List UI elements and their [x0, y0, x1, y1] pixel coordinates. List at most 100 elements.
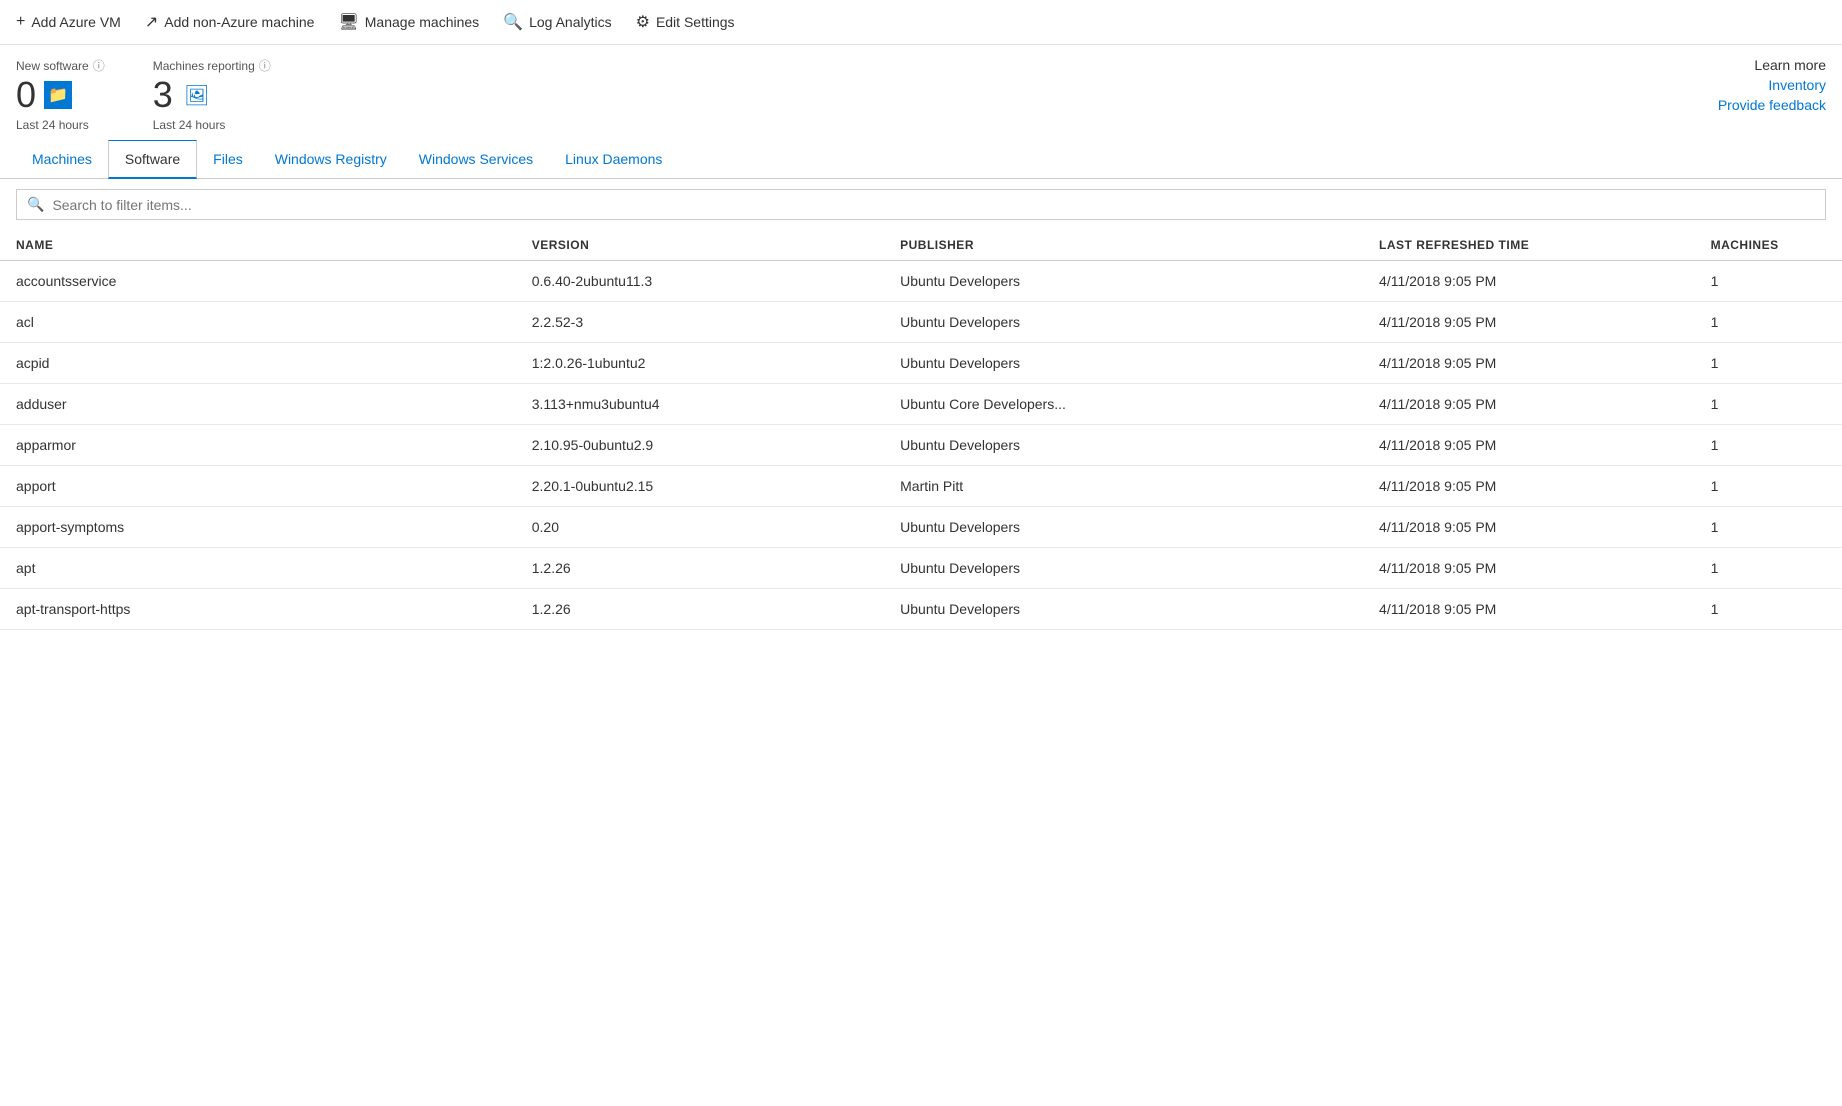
manage-icon: 🖥: [338, 12, 358, 32]
add-azure-vm-label: Add Azure VM: [31, 14, 121, 30]
tab-windows-registry[interactable]: Windows Registry: [259, 141, 403, 179]
cell-publisher: Ubuntu Developers: [884, 343, 1363, 384]
cell-version: 1.2.26: [516, 548, 884, 589]
machines-reporting-info-icon[interactable]: ⓘ: [259, 57, 271, 74]
external-link-icon: ↗: [145, 12, 158, 32]
cell-version: 3.113+nmu3ubuntu4: [516, 384, 884, 425]
cell-publisher: Martin Pitt: [884, 466, 1363, 507]
table-row[interactable]: acpid 1:2.0.26-1ubuntu2 Ubuntu Developer…: [0, 343, 1842, 384]
log-analytics-button[interactable]: 🔍 Log Analytics: [503, 8, 611, 36]
cell-version: 1.2.26: [516, 589, 884, 630]
add-icon: +: [16, 13, 25, 31]
cell-last-refreshed: 4/11/2018 9:05 PM: [1363, 302, 1695, 343]
inventory-link[interactable]: Inventory: [1718, 77, 1826, 93]
cell-last-refreshed: 4/11/2018 9:05 PM: [1363, 589, 1695, 630]
add-azure-vm-button[interactable]: + Add Azure VM: [16, 9, 121, 35]
tab-machines[interactable]: Machines: [16, 141, 108, 179]
new-software-info-icon[interactable]: ⓘ: [93, 57, 105, 74]
cell-name: apparmor: [0, 425, 516, 466]
stats-row: New software ⓘ 0 📁 Last 24 hours Machine…: [0, 45, 1842, 140]
col-header-machines: MACHINES: [1695, 230, 1842, 261]
toolbar: + Add Azure VM ↗ Add non-Azure machine 🖥…: [0, 0, 1842, 45]
cell-version: 2.2.52-3: [516, 302, 884, 343]
cell-machines: 1: [1695, 261, 1842, 302]
cell-publisher: Ubuntu Developers: [884, 589, 1363, 630]
search-icon: 🔍: [27, 196, 44, 213]
table-row[interactable]: apparmor 2.10.95-0ubuntu2.9 Ubuntu Devel…: [0, 425, 1842, 466]
cell-machines: 1: [1695, 425, 1842, 466]
cell-name: acpid: [0, 343, 516, 384]
new-software-stat: New software ⓘ 0 📁 Last 24 hours: [16, 57, 105, 132]
cell-machines: 1: [1695, 548, 1842, 589]
cell-name: apt-transport-https: [0, 589, 516, 630]
machines-reporting-value: 3: [153, 74, 173, 116]
table-row[interactable]: apport 2.20.1-0ubuntu2.15 Martin Pitt 4/…: [0, 466, 1842, 507]
manage-machines-label: Manage machines: [365, 14, 479, 30]
cell-last-refreshed: 4/11/2018 9:05 PM: [1363, 261, 1695, 302]
search-input[interactable]: [52, 197, 1815, 213]
cell-version: 2.10.95-0ubuntu2.9: [516, 425, 884, 466]
cell-machines: 1: [1695, 302, 1842, 343]
table-row[interactable]: adduser 3.113+nmu3ubuntu4 Ubuntu Core De…: [0, 384, 1842, 425]
learn-more-text: Learn more: [1718, 57, 1826, 73]
tab-linux-daemons[interactable]: Linux Daemons: [549, 141, 678, 179]
manage-machines-button[interactable]: 🖥 Manage machines: [338, 8, 479, 36]
software-table: NAME VERSION PUBLISHER LAST REFRESHED TI…: [0, 230, 1842, 630]
cell-name: accountsservice: [0, 261, 516, 302]
cell-name: adduser: [0, 384, 516, 425]
new-software-value: 0: [16, 74, 36, 116]
cell-last-refreshed: 4/11/2018 9:05 PM: [1363, 425, 1695, 466]
cell-version: 0.6.40-2ubuntu11.3: [516, 261, 884, 302]
cell-name: apport-symptoms: [0, 507, 516, 548]
add-non-azure-button[interactable]: ↗ Add non-Azure machine: [145, 8, 315, 36]
edit-settings-button[interactable]: ⚙ Edit Settings: [636, 8, 735, 36]
cell-version: 0.20: [516, 507, 884, 548]
monitor-icon: 🖼: [181, 81, 213, 109]
cell-name: acl: [0, 302, 516, 343]
cell-last-refreshed: 4/11/2018 9:05 PM: [1363, 507, 1695, 548]
log-analytics-label: Log Analytics: [529, 14, 612, 30]
cell-machines: 1: [1695, 589, 1842, 630]
cell-publisher: Ubuntu Developers: [884, 261, 1363, 302]
tab-software[interactable]: Software: [108, 140, 197, 179]
settings-icon: ⚙: [636, 12, 650, 32]
table-row[interactable]: accountsservice 0.6.40-2ubuntu11.3 Ubunt…: [0, 261, 1842, 302]
cell-publisher: Ubuntu Developers: [884, 548, 1363, 589]
software-box-icon: 📁: [44, 81, 72, 109]
table-row[interactable]: apt 1.2.26 Ubuntu Developers 4/11/2018 9…: [0, 548, 1842, 589]
col-header-publisher: PUBLISHER: [884, 230, 1363, 261]
cell-name: apport: [0, 466, 516, 507]
table-row[interactable]: apport-symptoms 0.20 Ubuntu Developers 4…: [0, 507, 1842, 548]
cell-last-refreshed: 4/11/2018 9:05 PM: [1363, 384, 1695, 425]
provide-feedback-link[interactable]: Provide feedback: [1718, 97, 1826, 113]
cell-publisher: Ubuntu Developers: [884, 425, 1363, 466]
machines-reporting-sublabel: Last 24 hours: [153, 118, 271, 132]
tab-files[interactable]: Files: [197, 141, 259, 179]
table-row[interactable]: acl 2.2.52-3 Ubuntu Developers 4/11/2018…: [0, 302, 1842, 343]
new-software-label: New software: [16, 59, 89, 73]
cell-publisher: Ubuntu Developers: [884, 302, 1363, 343]
cell-machines: 1: [1695, 507, 1842, 548]
cell-publisher: Ubuntu Developers: [884, 507, 1363, 548]
edit-settings-label: Edit Settings: [656, 14, 735, 30]
col-header-name: NAME: [0, 230, 516, 261]
table-row[interactable]: apt-transport-https 1.2.26 Ubuntu Develo…: [0, 589, 1842, 630]
sidebar-links: Learn more Inventory Provide feedback: [1718, 57, 1826, 113]
machines-reporting-label: Machines reporting: [153, 59, 255, 73]
table-header-row: NAME VERSION PUBLISHER LAST REFRESHED TI…: [0, 230, 1842, 261]
add-non-azure-label: Add non-Azure machine: [164, 14, 314, 30]
cell-machines: 1: [1695, 466, 1842, 507]
tab-windows-services[interactable]: Windows Services: [403, 141, 549, 179]
tabs: Machines Software Files Windows Registry…: [0, 140, 1842, 179]
search-gear-icon: 🔍: [503, 12, 523, 32]
cell-last-refreshed: 4/11/2018 9:05 PM: [1363, 466, 1695, 507]
new-software-sublabel: Last 24 hours: [16, 118, 105, 132]
machines-reporting-stat: Machines reporting ⓘ 3 🖼 Last 24 hours: [153, 57, 271, 132]
cell-last-refreshed: 4/11/2018 9:05 PM: [1363, 343, 1695, 384]
cell-last-refreshed: 4/11/2018 9:05 PM: [1363, 548, 1695, 589]
col-header-version: VERSION: [516, 230, 884, 261]
cell-name: apt: [0, 548, 516, 589]
cell-version: 1:2.0.26-1ubuntu2: [516, 343, 884, 384]
col-header-last-refreshed: LAST REFRESHED TIME: [1363, 230, 1695, 261]
cell-machines: 1: [1695, 343, 1842, 384]
